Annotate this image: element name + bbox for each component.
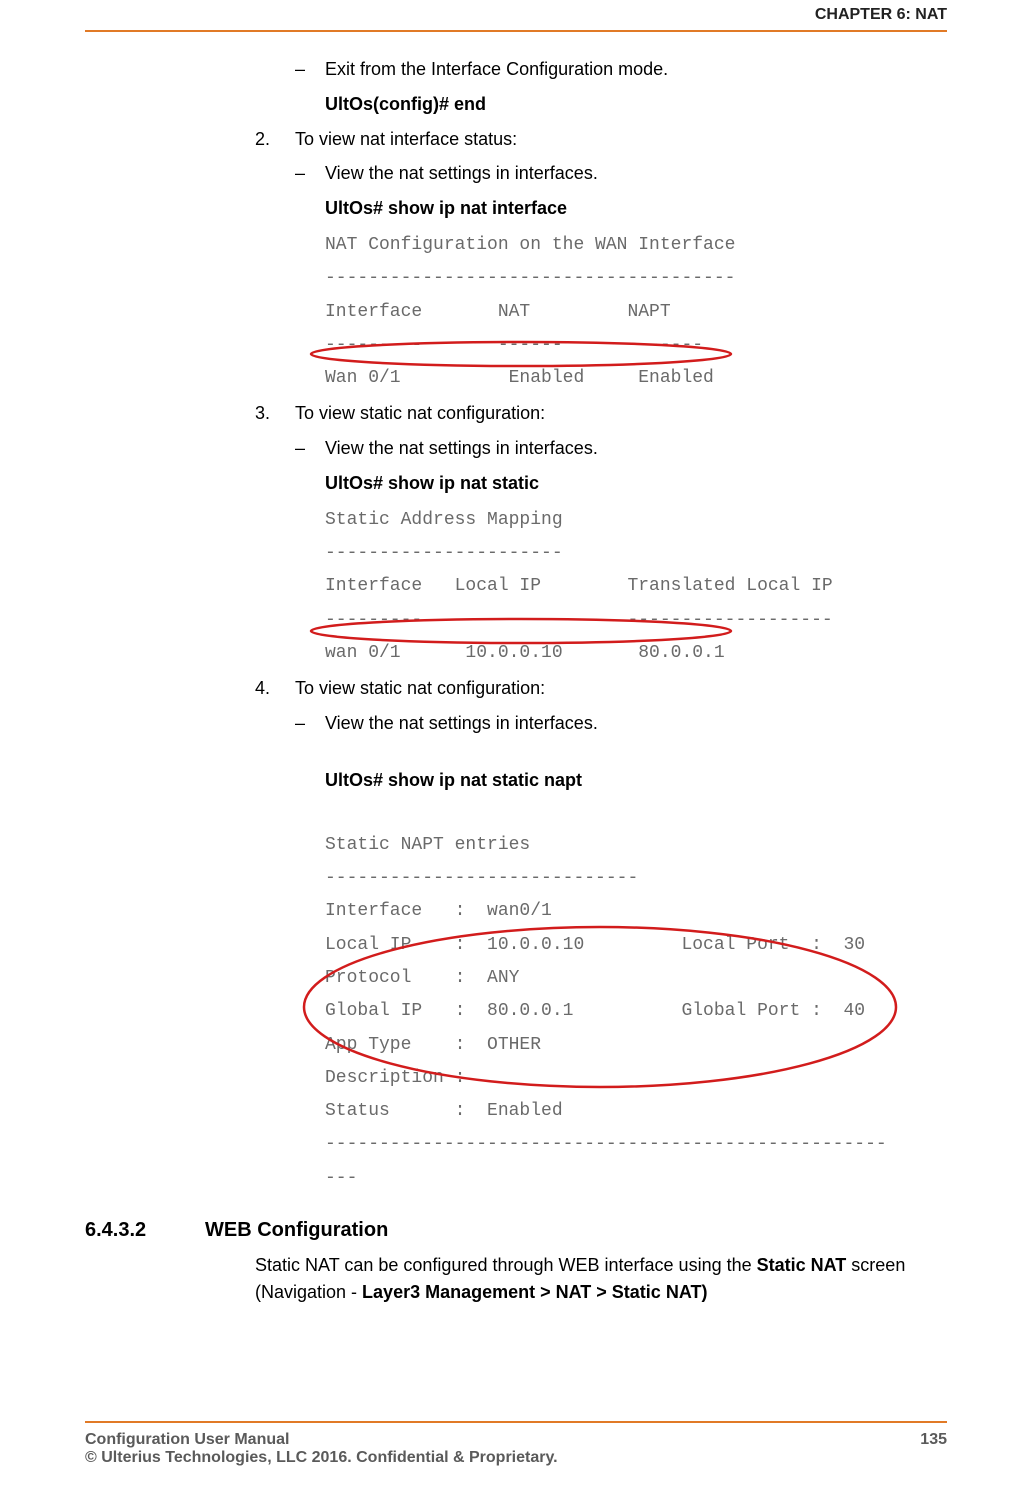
- step-number: 4.: [255, 674, 270, 703]
- section-title: WEB Configuration: [205, 1219, 388, 1241]
- dash-item: View the nat settings in interfaces.: [295, 159, 947, 188]
- code-output: Static Address Mapping -----------------…: [325, 504, 947, 670]
- command-line: UltOs# show ip nat static napt: [325, 766, 947, 795]
- section-number: 6.4.3.2: [85, 1219, 205, 1242]
- footer-left: Configuration User Manual © Ulterius Tec…: [85, 1431, 558, 1467]
- command-line: UltOs(config)# end: [325, 90, 947, 119]
- spacer: [85, 744, 947, 766]
- bold-text: Static NAT: [757, 1255, 847, 1275]
- footer-manual-title: Configuration User Manual: [85, 1431, 558, 1449]
- dash-item: View the nat settings in interfaces.: [295, 434, 947, 463]
- step-number: 3.: [255, 399, 270, 428]
- numbered-step: 3.To view static nat configuration:: [255, 399, 947, 428]
- command-line: UltOs# show ip nat static: [325, 469, 947, 498]
- bottom-rule: [85, 1421, 947, 1423]
- dash-item: Exit from the Interface Configuration mo…: [295, 55, 947, 84]
- footer: Configuration User Manual © Ulterius Tec…: [85, 1431, 947, 1467]
- spacer: [85, 801, 947, 823]
- numbered-step: 2.To view nat interface status:: [255, 125, 947, 154]
- section-heading: 6.4.3.2WEB Configuration: [85, 1219, 947, 1242]
- code-output: NAT Configuration on the WAN Interface -…: [325, 229, 947, 395]
- command-line: UltOs# show ip nat interface: [325, 194, 947, 223]
- footer-copyright: © Ulterius Technologies, LLC 2016. Confi…: [85, 1449, 558, 1467]
- top-rule: [85, 30, 947, 32]
- page: CHAPTER 6: NAT Exit from the Interface C…: [0, 0, 1032, 1495]
- footer-page-number: 135: [920, 1431, 947, 1467]
- step-number: 2.: [255, 125, 270, 154]
- bold-text: Layer3 Management > NAT > Static NAT): [362, 1282, 707, 1302]
- chapter-header: CHAPTER 6: NAT: [815, 6, 947, 24]
- content-area: Exit from the Interface Configuration mo…: [85, 55, 947, 1405]
- code-output: Static NAPT entries --------------------…: [325, 829, 947, 1195]
- section-body: Static NAT can be configured through WEB…: [255, 1252, 947, 1306]
- numbered-step: 4.To view static nat configuration:: [255, 674, 947, 703]
- dash-item: View the nat settings in interfaces.: [295, 709, 947, 738]
